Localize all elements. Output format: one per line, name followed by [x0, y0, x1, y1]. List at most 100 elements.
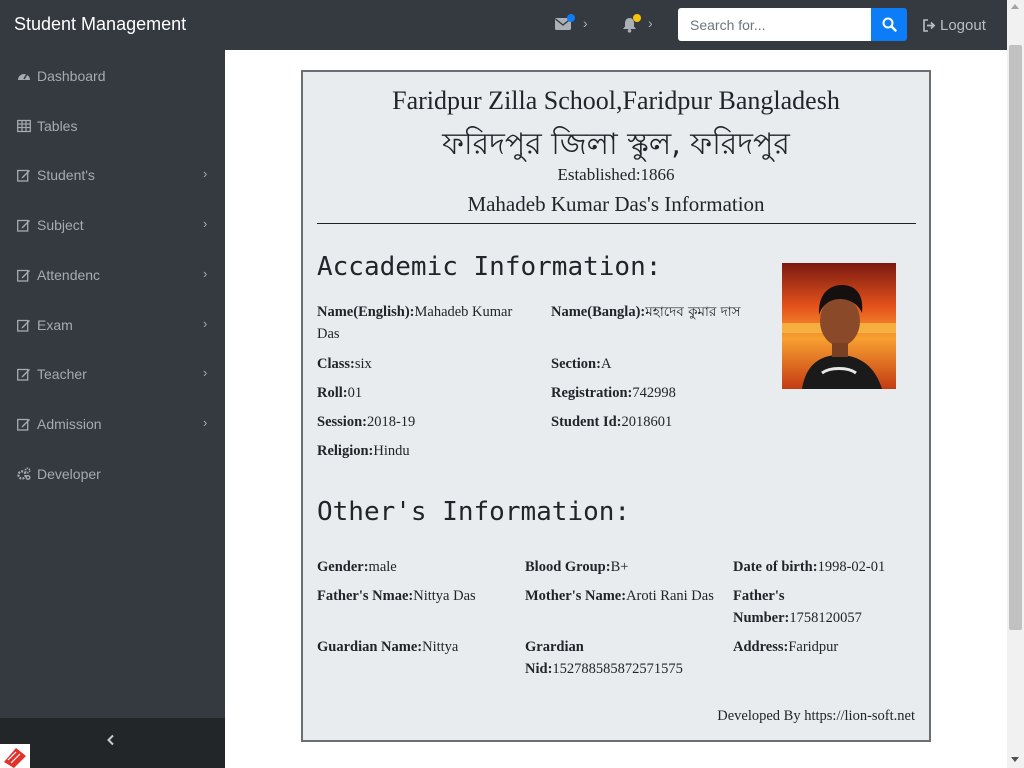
field-value: six [354, 356, 372, 372]
logout-link[interactable]: Logout [923, 17, 986, 34]
field-value: Nittya Das [413, 588, 476, 604]
sidebar: Dashboard Tables Student's › Subject › A… [0, 50, 225, 768]
field-value: Nittya [422, 639, 459, 655]
sidebar-item-subject[interactable]: Subject › [0, 205, 225, 245]
field-registration: Registration:742998 [551, 382, 676, 404]
field-label: Registration: [551, 385, 633, 401]
edit-icon [17, 219, 30, 232]
search-button[interactable] [871, 8, 907, 41]
field-label: Class: [317, 356, 355, 372]
sidebar-item-teacher[interactable]: Teacher › [0, 354, 225, 394]
page-scrollbar[interactable] [1007, 0, 1024, 768]
chevron-right-icon: › [583, 15, 588, 31]
field-value: A [600, 356, 612, 372]
field-name-english: Name(English):Mahadeb Kumar Das [317, 301, 537, 345]
chevron-right-icon: › [203, 316, 208, 331]
established-year: Established:1866 [557, 165, 675, 184]
field-value: male [368, 559, 397, 575]
logout-label: Logout [940, 17, 986, 34]
search-icon [882, 17, 897, 32]
field-value: 1758120057 [789, 610, 862, 626]
sidebar-item-students[interactable]: Student's › [0, 155, 225, 195]
student-info-card: Faridpur Zilla School,Faridpur Banglades… [301, 70, 931, 742]
scroll-up-arrow-icon[interactable] [1011, 4, 1019, 9]
school-name-english: Faridpur Zilla School,Faridpur Banglades… [392, 86, 840, 115]
field-name-bangla: Name(Bangla):মহাদেব কুমার দাস [551, 301, 751, 323]
field-value: 2018601 [621, 414, 673, 430]
field-value: 742998 [632, 385, 676, 401]
field-value: 2018-19 [366, 414, 416, 430]
field-label: Father's Nmae: [317, 588, 414, 604]
alerts-dropdown[interactable]: › [620, 14, 660, 37]
header-divider [317, 223, 916, 224]
academic-heading: Accademic Information: [317, 252, 662, 282]
sidebar-item-exam[interactable]: Exam › [0, 305, 225, 345]
scrollbar-thumb[interactable] [1009, 45, 1022, 630]
cogs-icon [17, 467, 31, 480]
logo-icon [4, 748, 26, 768]
search-form [678, 8, 907, 41]
sidebar-toggle-button[interactable] [106, 733, 116, 751]
field-class: Class:six [317, 353, 372, 375]
sidebar-item-label: Attendenc [37, 267, 101, 283]
sidebar-item-label: Admission [37, 416, 102, 432]
field-religion: Religion:Hindu [317, 440, 410, 462]
field-label: Blood Group: [525, 559, 611, 575]
field-label: Name(Bangla): [551, 304, 646, 320]
sidebar-item-label: Teacher [37, 366, 87, 382]
field-blood-group: Blood Group:B+ [525, 556, 628, 578]
chevron-left-icon [107, 734, 114, 746]
field-label: Gender: [317, 559, 369, 575]
field-student-id: Student Id:2018601 [551, 411, 672, 433]
field-label: Student Id: [551, 414, 622, 430]
field-label: Religion: [317, 443, 374, 459]
sidebar-item-developer[interactable]: Developer [0, 454, 225, 494]
field-value: 152788585872571575 [552, 661, 683, 677]
alerts-badge [633, 14, 641, 22]
field-gender: Gender:male [317, 556, 397, 578]
field-roll: Roll:01 [317, 382, 362, 404]
field-label: Date of birth: [733, 559, 818, 575]
field-father-name: Father's Nmae:Nittya Das [317, 585, 517, 607]
field-value: Hindu [373, 443, 410, 459]
chevron-right-icon: › [203, 166, 208, 181]
sidebar-item-label: Tables [37, 118, 78, 134]
student-portrait-image [782, 263, 896, 389]
sidebar-item-admission[interactable]: Admission › [0, 404, 225, 444]
brand-title[interactable]: Student Management [14, 14, 186, 35]
messages-dropdown[interactable]: › [555, 14, 595, 37]
sidebar-item-dashboard[interactable]: Dashboard [0, 56, 225, 96]
student-info-title: Mahadeb Kumar Das's Information [467, 192, 765, 216]
messages-badge [567, 14, 575, 22]
edit-icon [17, 319, 30, 332]
scroll-down-arrow-icon[interactable] [1011, 757, 1019, 762]
other-heading: Other's Information: [317, 497, 631, 527]
sidebar-item-attendenc[interactable]: Attendenc › [0, 255, 225, 295]
field-label: Mother's Name: [525, 588, 627, 604]
search-input[interactable] [678, 8, 871, 41]
chevron-right-icon: › [203, 415, 208, 430]
edit-icon [17, 269, 30, 282]
field-value: B+ [610, 559, 629, 575]
sign-out-icon [923, 19, 936, 32]
field-value: Aroti Rani Das [626, 588, 714, 604]
field-value: Faridpur [788, 639, 839, 655]
field-mother-name: Mother's Name:Aroti Rani Das [525, 585, 715, 607]
field-section: Section:A [551, 353, 611, 375]
sidebar-item-tables[interactable]: Tables [0, 106, 225, 146]
edit-icon [17, 368, 30, 381]
school-name-bangla: ফরিদপুর জিলা স্কুল, ফরিদপুর [442, 127, 790, 162]
field-label: Name(English): [317, 304, 415, 320]
field-label: Session: [317, 414, 367, 430]
edit-icon [17, 169, 30, 182]
top-navbar: Student Management › › Logout [0, 0, 1007, 50]
student-photo [782, 263, 896, 389]
sidebar-item-label: Student's [37, 167, 95, 183]
field-label: Father's Number: [733, 588, 790, 626]
field-address: Address:Faridpur [733, 636, 838, 658]
developer-credit: Developed By https://lion-soft.net [717, 708, 915, 724]
field-session: Session:2018-19 [317, 411, 415, 433]
field-date-of-birth: Date of birth:1998-02-01 [733, 556, 885, 578]
field-value: মহাদেব কুমার দাস [645, 304, 741, 320]
chevron-right-icon: › [203, 266, 208, 281]
